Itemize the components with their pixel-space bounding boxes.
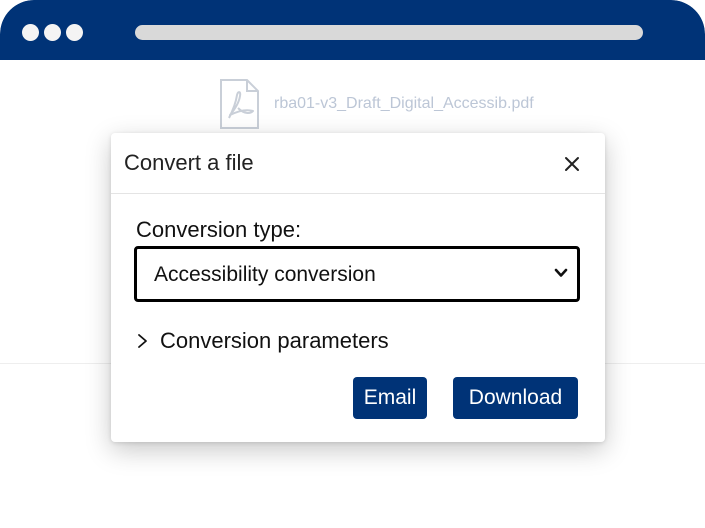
browser-window: rba01-v3_Draft_Digital_Accessib.pdf f Co… bbox=[0, 0, 705, 528]
window-dot-icon[interactable] bbox=[22, 24, 39, 41]
convert-file-dialog: Convert a file Conversion type: Accessib… bbox=[111, 133, 605, 442]
conversion-type-label: Conversion type: bbox=[136, 217, 302, 242]
pdf-file-icon bbox=[220, 79, 259, 129]
window-dot-icon[interactable] bbox=[66, 24, 83, 41]
conversion-type-value: Accessibility conversion bbox=[154, 263, 376, 286]
dialog-header: Convert a file bbox=[111, 133, 605, 194]
close-button[interactable] bbox=[557, 149, 587, 179]
email-button[interactable]: Email bbox=[353, 377, 427, 419]
close-icon bbox=[565, 157, 579, 171]
download-button[interactable]: Download bbox=[453, 377, 578, 419]
file-list-item[interactable]: rba01-v3_Draft_Digital_Accessib.pdf bbox=[218, 78, 534, 130]
dialog-title: Convert a file bbox=[124, 150, 254, 175]
conversion-parameters-label: Conversion parameters bbox=[160, 328, 389, 353]
chevron-down-icon bbox=[554, 268, 568, 277]
conversion-type-select[interactable]: Accessibility conversion bbox=[134, 246, 580, 302]
title-bar bbox=[0, 0, 705, 60]
window-dot-icon[interactable] bbox=[44, 24, 61, 41]
file-name[interactable]: rba01-v3_Draft_Digital_Accessib.pdf bbox=[274, 95, 534, 113]
address-bar[interactable] bbox=[135, 25, 643, 40]
conversion-parameters-toggle[interactable]: Conversion parameters bbox=[136, 327, 389, 355]
chevron-right-icon bbox=[138, 334, 147, 348]
